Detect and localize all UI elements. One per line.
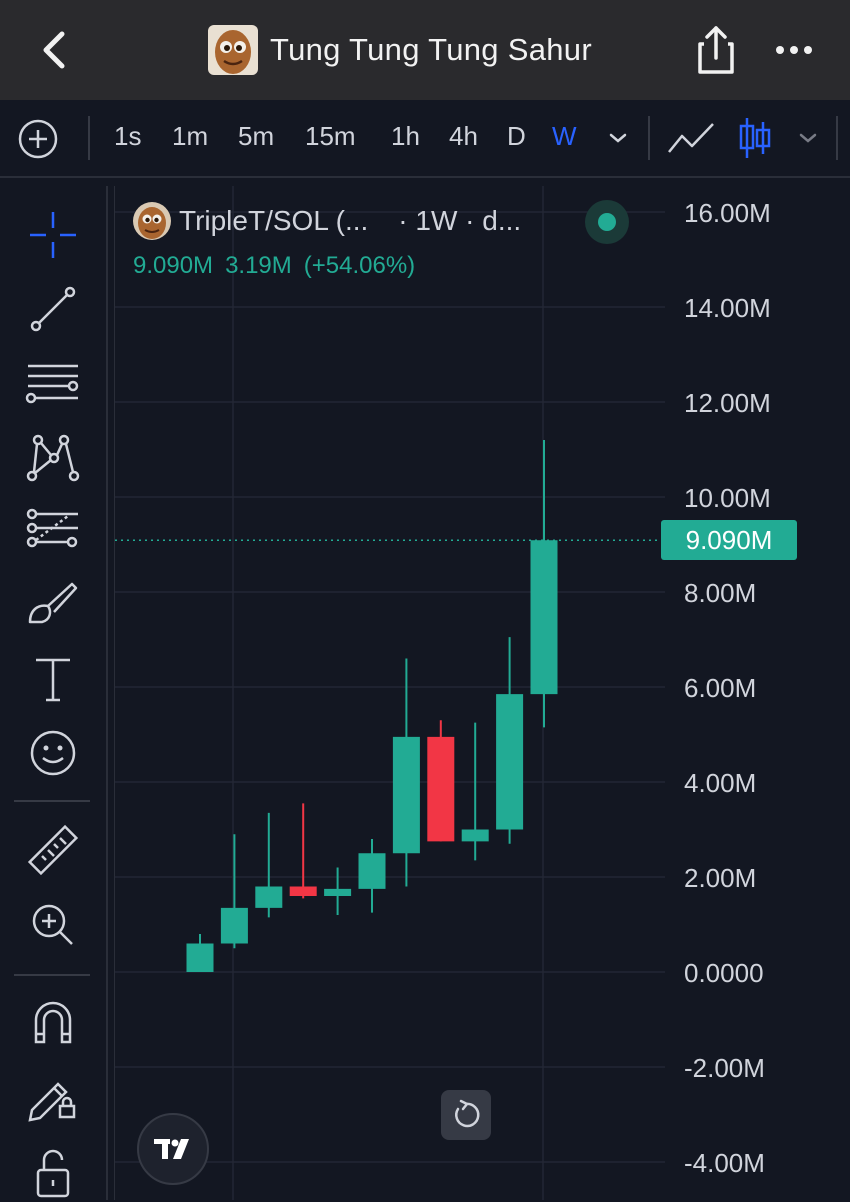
y-axis-tick-label: 12.00M xyxy=(684,388,771,418)
candle-body xyxy=(289,886,317,896)
more-options-icon[interactable] xyxy=(774,38,814,62)
brush-icon[interactable] xyxy=(24,576,82,634)
fib-retracement-icon[interactable] xyxy=(24,502,82,560)
candlestick-chart-svg[interactable]: 16.00M 14.00M 12.00M 10.00M 8.00M 6.00M 4.00M 2… xyxy=(115,186,850,1200)
app-header: Tung Tung Tung Sahur xyxy=(0,0,850,100)
chart-toolbar: 1s 1m 5m 15m 1h 4h D W xyxy=(0,100,850,178)
add-indicator-icon[interactable] xyxy=(18,119,58,159)
timeframe-1s[interactable]: 1s xyxy=(114,121,141,152)
toolbar-divider xyxy=(88,116,90,160)
horizontal-lines-icon[interactable] xyxy=(24,354,82,412)
timeframe-4h[interactable]: 4h xyxy=(449,121,478,152)
candle-body xyxy=(530,540,558,695)
last-price-tag: 9.090M xyxy=(661,520,797,560)
chart-legend: TripleT/SOL (... · 1W · d... xyxy=(133,202,521,240)
sidebar-divider xyxy=(14,800,90,802)
timeframe-dropdown-chevron-icon[interactable] xyxy=(606,130,630,146)
candle-body xyxy=(358,853,386,889)
change-value: 3.19M xyxy=(225,252,292,279)
y-axis-tick-label: 0.0000 xyxy=(684,958,764,988)
candle-body xyxy=(324,888,352,896)
y-axis-tick-label: 16.00M xyxy=(684,198,771,228)
drawing-tools-sidebar xyxy=(0,186,108,1200)
candle-body xyxy=(220,907,248,944)
y-axis-tick-label: 14.00M xyxy=(684,293,771,323)
emoji-icon[interactable] xyxy=(24,724,82,782)
page-title: Tung Tung Tung Sahur xyxy=(270,32,592,67)
candle-body xyxy=(255,886,283,908)
y-axis-tick-label: 2.00M xyxy=(684,863,756,893)
reset-icon xyxy=(455,1099,480,1128)
header-title-group: Tung Tung Tung Sahur xyxy=(208,24,592,76)
reset-chart-button[interactable] xyxy=(441,1090,491,1140)
back-arrow-icon[interactable] xyxy=(36,28,76,72)
price-change-row: 9.090M 3.19M (+54.06%) xyxy=(133,252,427,280)
timeframe-d[interactable]: D xyxy=(507,121,526,152)
chart-type-dropdown-chevron-icon[interactable] xyxy=(796,130,820,146)
ruler-icon[interactable] xyxy=(24,822,82,880)
price-chart[interactable]: 16.00M 14.00M 12.00M 10.00M 8.00M 6.00M 4.00M 2… xyxy=(114,186,850,1200)
unlock-icon[interactable] xyxy=(24,1144,82,1202)
y-axis-tick-label: 10.00M xyxy=(684,483,771,513)
zoom-in-icon[interactable] xyxy=(24,896,82,954)
y-axis-tick-label: 8.00M xyxy=(684,578,756,608)
share-icon[interactable] xyxy=(694,24,738,76)
market-status-indicator[interactable] xyxy=(585,200,629,244)
pattern-tool-icon[interactable] xyxy=(24,428,82,486)
text-tool-icon[interactable] xyxy=(24,650,82,708)
current-price-value: 9.090M xyxy=(133,252,214,279)
crosshair-icon[interactable] xyxy=(24,206,82,264)
change-percent: (+54.06%) xyxy=(303,252,416,279)
timeframe-1h[interactable]: 1h xyxy=(391,121,420,152)
toolbar-divider xyxy=(836,116,838,160)
symbol-interval: · 1W · d... xyxy=(398,205,522,236)
lock-drawings-icon[interactable] xyxy=(24,1068,82,1126)
candlestick-chart-type-icon[interactable] xyxy=(738,114,772,162)
toolbar-divider xyxy=(648,116,650,160)
candle-body xyxy=(427,736,455,842)
timeframe-5m[interactable]: 5m xyxy=(238,121,274,152)
tradingview-logo-icon xyxy=(154,1139,189,1159)
trend-line-icon[interactable] xyxy=(24,280,82,338)
candle-body xyxy=(461,829,489,842)
timeframe-w[interactable]: W xyxy=(552,121,577,152)
timeframe-15m[interactable]: 15m xyxy=(305,121,356,152)
status-dot xyxy=(598,213,616,231)
y-axis-tick-label: -4.00M xyxy=(684,1148,765,1178)
timeframe-1m[interactable]: 1m xyxy=(172,121,208,152)
sidebar-divider xyxy=(14,974,90,976)
candle-body xyxy=(496,694,524,830)
line-chart-type-icon[interactable] xyxy=(666,118,716,158)
y-axis-tick-label: 6.00M xyxy=(684,673,756,703)
symbol-avatar xyxy=(133,202,171,240)
magnet-icon[interactable] xyxy=(24,994,82,1052)
tradingview-logo[interactable] xyxy=(137,1113,209,1185)
candle-body xyxy=(392,736,420,854)
symbol-name[interactable]: TripleT/SOL (... xyxy=(179,205,368,237)
y-axis-tick-label: -2.00M xyxy=(684,1053,765,1083)
y-axis-tick-label: 4.00M xyxy=(684,768,756,798)
candle-body xyxy=(186,943,214,972)
token-avatar xyxy=(208,25,258,75)
